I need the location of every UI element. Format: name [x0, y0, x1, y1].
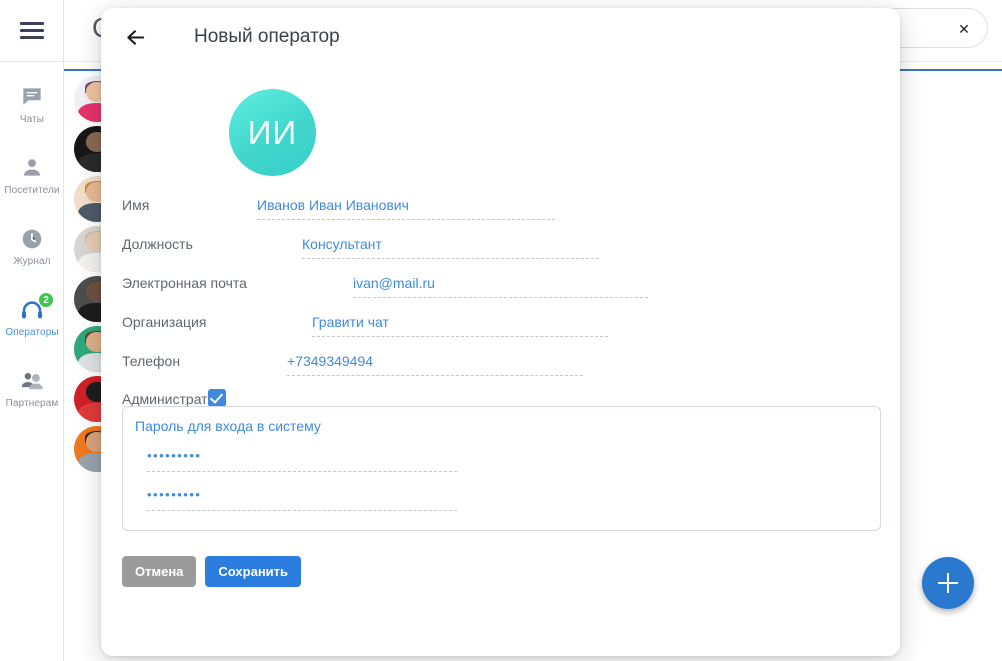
field-position: Должность Консультант	[101, 233, 900, 272]
operator-form: Имя Иванов Иван Иванович Должность Консу…	[101, 194, 900, 587]
password-section: Пароль для входа в систему ••••••••• •••…	[122, 406, 881, 531]
headset-icon: 2	[19, 292, 54, 323]
clock-icon	[19, 226, 45, 252]
sidebar-item-operators[interactable]: 2 Операторы	[0, 287, 64, 344]
app-root: Чаты Посетители Журнал 2 Операторы Партн…	[0, 0, 1002, 661]
password-section-title: Пароль для входа в систему	[135, 418, 321, 434]
hamburger-menu-button[interactable]	[0, 0, 64, 62]
cancel-button[interactable]: Отмена	[122, 556, 197, 587]
field-name: Имя Иванов Иван Иванович	[101, 194, 900, 233]
field-label: Электронная почта	[122, 275, 247, 291]
phone-input[interactable]: +7349349494	[287, 353, 373, 369]
sidebar-item-chats[interactable]: Чаты	[0, 74, 64, 131]
dialog-title: Новый оператор	[194, 26, 340, 47]
field-label: Организация	[122, 314, 207, 330]
field-label: Имя	[122, 197, 150, 213]
field-email: Электронная почта ivan@mail.ru	[101, 272, 900, 311]
hamburger-icon	[20, 18, 44, 43]
sidebar-item-journal[interactable]: Журнал	[0, 216, 64, 273]
email-field[interactable]: ivan@mail.ru	[353, 275, 435, 291]
field-underline	[287, 375, 583, 376]
avatar[interactable]: ИИ	[229, 89, 316, 176]
checkbox-checked-icon[interactable]	[208, 389, 226, 407]
field-underline	[147, 510, 457, 511]
dialog-actions: Отмена Сохранить	[122, 556, 302, 587]
sidebar-item-label: Чаты	[19, 114, 45, 125]
field-underline	[147, 471, 457, 472]
sidebar-item-label: Партнерам	[5, 398, 59, 409]
save-button[interactable]: Сохранить	[205, 556, 302, 587]
chat-bubble-icon	[19, 84, 45, 110]
sidebar-item-label: Операторы	[5, 327, 59, 338]
password-confirm-input[interactable]: •••••••••	[147, 487, 457, 504]
sidebar: Чаты Посетители Журнал 2 Операторы Партн…	[0, 0, 64, 661]
add-operator-fab[interactable]	[922, 557, 974, 609]
sidebar-item-partners[interactable]: Партнерам	[0, 358, 64, 415]
close-icon[interactable]: ✕	[955, 20, 973, 38]
field-label: Телефон	[122, 353, 181, 369]
arrow-left-icon[interactable]	[120, 22, 150, 52]
sidebar-item-visitors[interactable]: Посетители	[0, 145, 64, 202]
organization-input[interactable]: Гравити чат	[312, 314, 389, 330]
sidebar-item-label: Посетители	[4, 185, 60, 196]
people-group-icon	[19, 368, 45, 394]
new-operator-dialog: Новый оператор ИИ Имя Иванов Иван Иванов…	[101, 8, 900, 656]
field-organization: Организация Гравити чат	[101, 311, 900, 350]
password-field-wrap: •••••••••	[147, 448, 457, 472]
field-underline	[257, 219, 555, 220]
dialog-header: Новый оператор	[101, 8, 900, 66]
avatar-initials: ИИ	[247, 113, 298, 151]
sidebar-item-label: Журнал	[13, 256, 51, 267]
person-icon	[19, 155, 45, 181]
field-underline	[312, 336, 608, 337]
password-confirm-field-wrap: •••••••••	[147, 487, 457, 511]
name-input[interactable]: Иванов Иван Иванович	[257, 197, 409, 213]
operators-badge: 2	[38, 292, 54, 308]
field-underline	[302, 258, 599, 259]
field-underline	[353, 297, 648, 298]
field-phone: Телефон +7349349494	[101, 350, 900, 389]
field-label: Должность	[122, 236, 193, 252]
position-input[interactable]: Консультант	[302, 236, 382, 252]
password-input[interactable]: •••••••••	[147, 448, 457, 465]
